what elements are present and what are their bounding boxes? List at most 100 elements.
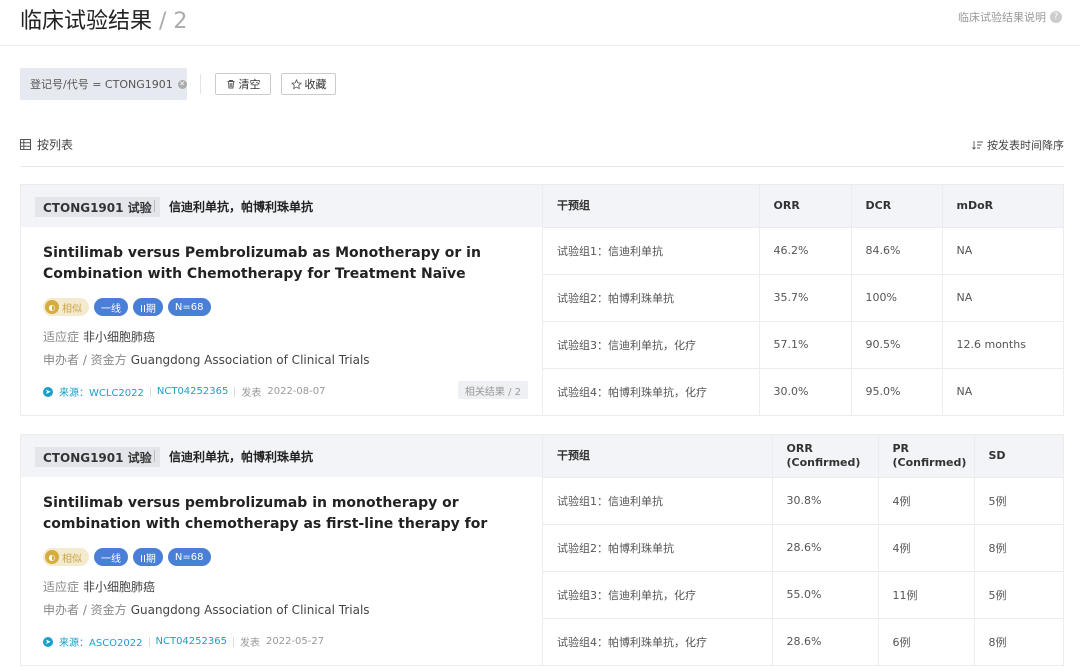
help-link-label: 临床试验结果说明	[958, 11, 1046, 24]
column-header: ORR	[758, 185, 851, 227]
value-cell: 28.6%	[771, 617, 878, 665]
value-cell: 84.6%	[850, 226, 942, 274]
column-header: DCR	[850, 185, 942, 227]
source-link[interactable]: 来源：WCLC2022	[59, 384, 144, 399]
table-row: 试验组2：帕博利珠单抗 28.6% 4例 8例	[543, 523, 1063, 571]
similar-tag: ◐ 相似	[43, 298, 89, 316]
trial-tag[interactable]: CTONG1901 试验	[35, 447, 160, 467]
value-cell: NA	[941, 367, 1063, 415]
sponsor-value: Guangdong Association of Clinical Trials	[130, 353, 370, 367]
source-row: ➤ 来源：ASCO2022 NCT04252365 发表 2022-05-27	[43, 634, 324, 649]
similar-tag-label: 相似	[62, 303, 82, 315]
sponsor-value: Guangdong Association of Clinical Trials	[130, 603, 370, 617]
result-card: CTONG1901 试验 信迪利单抗，帕博利珠单抗 Sintilimab ver…	[20, 434, 1064, 666]
favorite-button[interactable]: 收藏	[281, 73, 336, 95]
column-header: ORR (Confirmed)	[771, 435, 878, 477]
arm-cell: 试验组3：信迪利单抗，化疗	[543, 570, 772, 618]
value-cell: 95.0%	[850, 367, 942, 415]
source-separator	[234, 386, 236, 397]
results-table: 干预组 ORR (Confirmed) PR (Confirmed) SD 试验…	[543, 435, 1063, 665]
arm-cell: 试验组4：帕博利珠单抗，化疗	[543, 367, 759, 415]
source-separator	[148, 636, 150, 647]
page-title: 临床试验结果 / 2	[20, 3, 187, 35]
favorite-button-label: 收藏	[304, 78, 327, 91]
value-cell: 5例	[973, 476, 1063, 524]
table-row: 试验组4：帕博利珠单抗，化疗 30.0% 95.0% NA	[543, 367, 1063, 415]
sort-label: 按发表时间降序	[987, 139, 1064, 152]
results-table: 干预组 ORR DCR mDoR 试验组1：信迪利单抗 46.2% 84.6% …	[543, 185, 1063, 415]
view-mode-toggle[interactable]: 按列表	[20, 136, 73, 153]
published-date: 2022-05-27	[265, 636, 325, 647]
indication-label: 适应症	[43, 330, 80, 344]
filter-chip[interactable]: 登记号/代号 = CTONG1901 ✕	[20, 68, 187, 100]
value-cell: 57.1%	[758, 320, 851, 368]
similar-tag: ◐ 相似	[43, 548, 89, 566]
close-icon[interactable]: ✕	[177, 79, 187, 89]
arm-cell: 试验组3：信迪利单抗，化疗	[543, 320, 759, 368]
page-header: 临床试验结果 / 2 临床试验结果说明 ?	[0, 0, 1080, 46]
compass-icon: ➤	[43, 636, 53, 647]
similar-icon: ◐	[45, 550, 59, 564]
similar-icon: ◐	[45, 300, 59, 314]
table-row: 试验组3：信迪利单抗，化疗 57.1% 90.5% 12.6 months	[543, 320, 1063, 368]
source-separator	[149, 386, 151, 397]
value-cell: 90.5%	[850, 320, 942, 368]
source-link[interactable]: 来源：ASCO2022	[59, 634, 143, 649]
sort-descending-icon	[972, 141, 983, 150]
page-title-text: 临床试验结果	[20, 9, 153, 34]
source-row: ➤ 来源：WCLC2022 NCT04252365 发表 2022-08-07	[43, 384, 325, 399]
published-label: 发表	[241, 388, 262, 399]
value-cell: 4例	[877, 523, 974, 571]
value-cell: 11例	[877, 570, 974, 618]
sample-size-tag: N=68	[167, 548, 211, 566]
result-count: / 2	[159, 9, 188, 34]
published-date: 2022-08-07	[267, 386, 326, 397]
indication-value: 非小细胞肺癌	[83, 330, 156, 344]
value-cell: 28.6%	[771, 523, 878, 571]
header-separator	[154, 450, 155, 462]
nct-link[interactable]: NCT04252365	[156, 636, 227, 647]
card-summary: CTONG1901 试验 信迪利单抗，帕博利珠单抗 Sintilimab ver…	[21, 185, 543, 415]
nct-link[interactable]: NCT04252365	[157, 386, 228, 397]
value-cell: 6例	[877, 617, 974, 665]
drug-names: 信迪利单抗，帕博利珠单抗	[169, 200, 314, 214]
table-row: 试验组4：帕博利珠单抗，化疗 28.6% 6例 8例	[543, 617, 1063, 665]
column-header: 干预组	[543, 435, 772, 477]
clear-button[interactable]: 清空	[215, 73, 271, 95]
table-header-row: 干预组 ORR (Confirmed) PR (Confirmed) SD	[543, 435, 1063, 477]
drug-names: 信迪利单抗，帕博利珠单抗	[169, 450, 314, 464]
paper-title[interactable]: Sintilimab versus Pembrolizumab as Monot…	[43, 243, 529, 285]
compass-icon: ➤	[43, 386, 53, 397]
line-tag: 一线	[94, 298, 128, 316]
column-header: SD	[973, 435, 1063, 477]
published-label: 发表	[239, 638, 260, 649]
card-header: CTONG1901 试验 信迪利单抗，帕博利珠单抗	[21, 435, 542, 477]
results-table-panel: 干预组 ORR (Confirmed) PR (Confirmed) SD 试验…	[543, 435, 1063, 665]
paper-title[interactable]: Sintilimab versus pembrolizumab in monot…	[43, 493, 529, 535]
arm-cell: 试验组1：信迪利单抗	[543, 476, 772, 524]
sample-size-tag: N=68	[167, 298, 211, 316]
list-divider	[20, 166, 1064, 167]
sort-dropdown[interactable]: 按发表时间降序	[972, 137, 1064, 153]
sponsor-label: 申办者 / 资金方	[43, 353, 127, 367]
question-icon: ?	[1050, 11, 1062, 23]
table-row: 试验组3：信迪利单抗，化疗 55.0% 11例 5例	[543, 570, 1063, 618]
trial-tag[interactable]: CTONG1901 试验	[35, 197, 160, 217]
line-tag: 一线	[94, 548, 128, 566]
arm-cell: 试验组4：帕博利珠单抗，化疗	[543, 617, 772, 665]
trash-icon	[227, 80, 234, 89]
phase-tag: II期	[133, 298, 163, 316]
results-table-panel: 干预组 ORR DCR mDoR 试验组1：信迪利单抗 46.2% 84.6% …	[543, 185, 1063, 415]
help-link[interactable]: 临床试验结果说明 ?	[958, 9, 1062, 25]
sponsor-label: 申办者 / 资金方	[43, 603, 127, 617]
source-separator	[232, 636, 234, 647]
column-header: PR (Confirmed)	[877, 435, 974, 477]
indication-row: 适应症 非小细胞肺癌	[43, 328, 155, 345]
value-cell: 30.8%	[771, 476, 878, 524]
tag-row: ◐ 相似 一线 II期 N=68	[43, 298, 211, 316]
arm-cell: 试验组2：帕博利珠单抗	[543, 523, 772, 571]
card-summary: CTONG1901 试验 信迪利单抗，帕博利珠单抗 Sintilimab ver…	[21, 435, 543, 665]
table-row: 试验组1：信迪利单抗 46.2% 84.6% NA	[543, 226, 1063, 274]
related-results-button[interactable]: 相关结果 / 2	[457, 381, 528, 399]
header-separator	[154, 200, 155, 212]
